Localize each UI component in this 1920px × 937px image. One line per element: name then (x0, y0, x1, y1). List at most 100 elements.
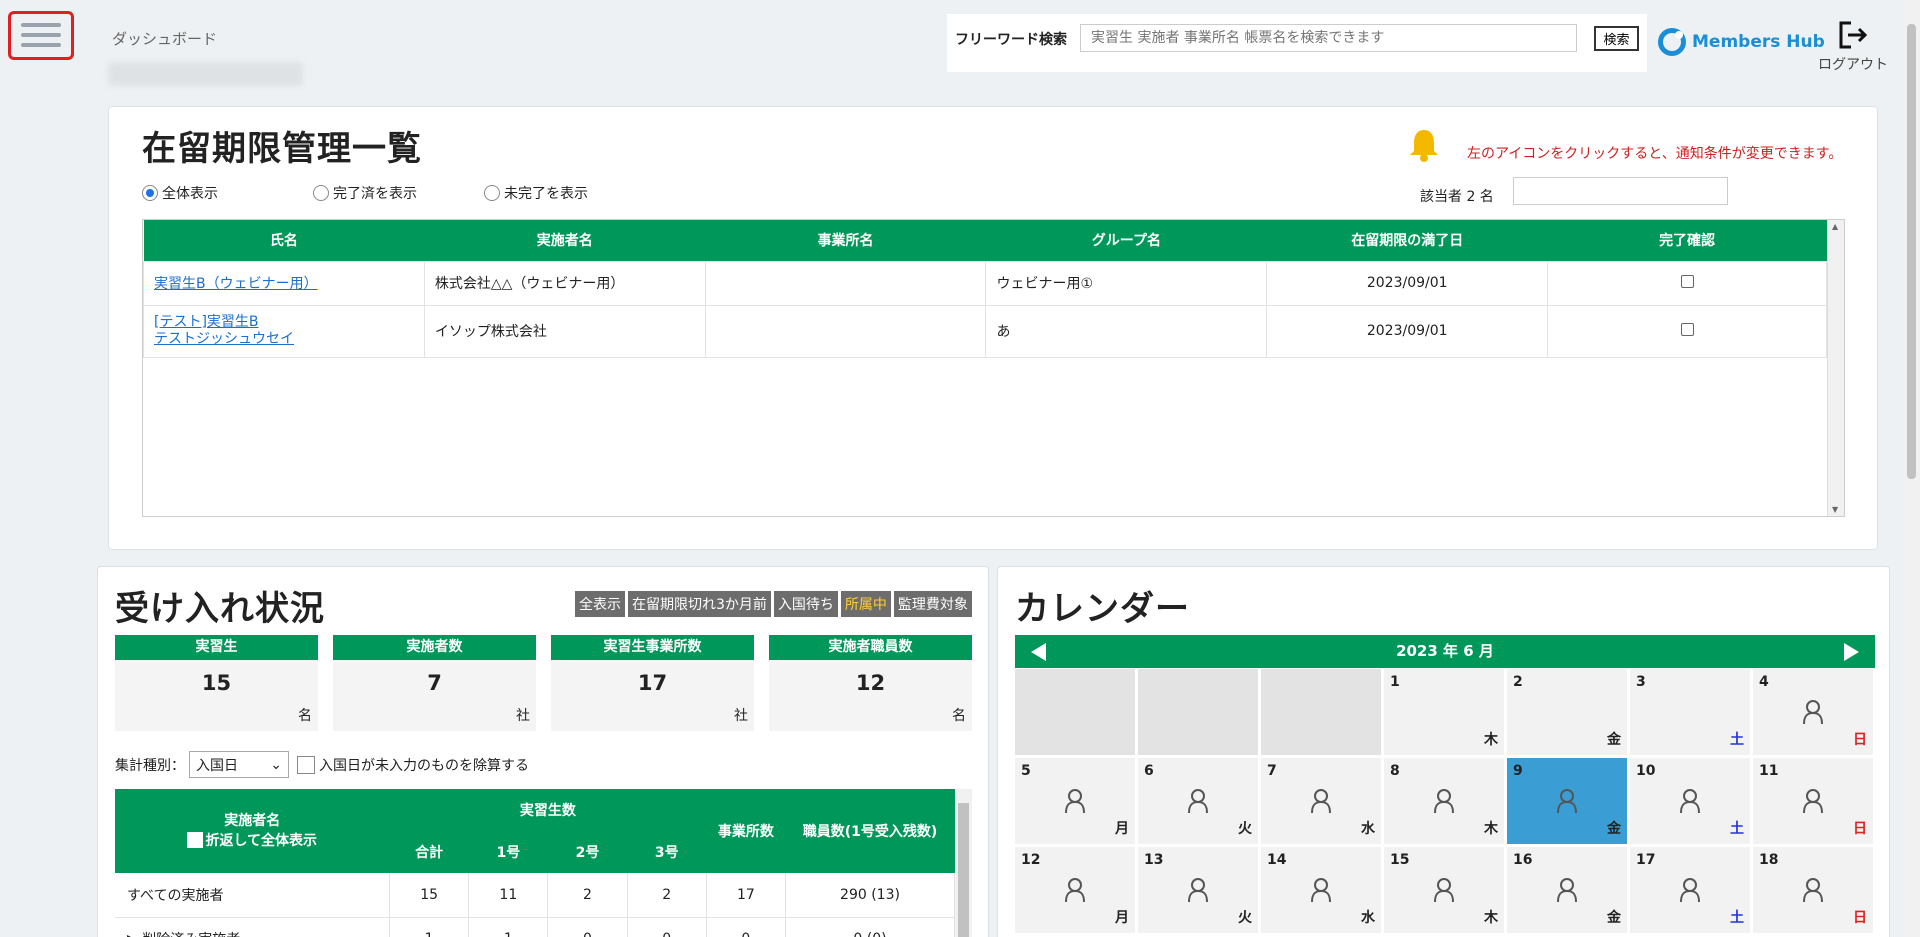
day-weekday: 火 (1238, 910, 1252, 926)
day-weekday: 木 (1484, 910, 1498, 926)
stats-row: 実習生 15 名 実施者数 7 社 実習生事業所数 17 社 実施者職員数 12… (115, 635, 972, 731)
table-scrollbar[interactable]: ▲ ▼ (1827, 220, 1844, 516)
done-checkbox[interactable] (1680, 322, 1694, 336)
trainee-link[interactable]: [テスト]実習生B (154, 314, 259, 330)
search-area: フリーワード検索 検索 (947, 14, 1647, 72)
cell-grade3: 2 (627, 873, 707, 918)
person-icon (1188, 789, 1208, 814)
radio-show-completed[interactable]: 完了済を表示 (313, 183, 484, 203)
filter-enrolled-button[interactable]: 所属中 (840, 591, 891, 617)
day-number: 4 (1759, 674, 1769, 690)
residence-title: 在留期限管理一覧 (142, 129, 422, 169)
calendar-month-header: 2023 年 6 月 (1015, 635, 1875, 668)
calendar-day-cell[interactable]: 2金 (1507, 669, 1627, 755)
stat-implementers: 実施者数 7 社 (333, 635, 536, 731)
day-number: 17 (1636, 852, 1656, 868)
cell-office (704, 260, 987, 306)
stat-value: 12 (855, 671, 886, 695)
radio-show-all[interactable]: 全体表示 (142, 183, 313, 203)
agg-label: 集計種別： (115, 757, 185, 774)
intake-filter-buttons: 全表示 在留期限切れ3か月前 入国待ち 所属中 監理費対象 (575, 591, 972, 617)
calendar-day-cell[interactable]: 4日 (1753, 669, 1873, 755)
calendar-panel: カレンダー 2023 年 6 月 1 木 2 金 3 土 4 日 5 月 6 火 7 水 8 木 9 金 10 土 11… (997, 566, 1890, 937)
search-button[interactable]: 検索 (1594, 26, 1639, 51)
intake-table: 実施者名 折返して全体表示 実習生数 事業所数 職員数(1号受入残数) 合計 1… (115, 789, 956, 937)
hamburger-menu-icon[interactable] (8, 11, 74, 60)
stat-unit: 名 (952, 708, 966, 724)
table-row[interactable]: ▶ 削除済み実施者 1 1 0 0 0 0 (0) (115, 917, 956, 937)
residence-table-wrap: 氏名 実施者名 事業所名 グループ名 在留期限の満了日 完了確認 実習生B（ウェ… (142, 219, 1845, 517)
person-icon (1311, 878, 1331, 903)
col-header-grade1: 1号 (468, 831, 548, 873)
col-header-total: 合計 (389, 831, 469, 873)
logout-button[interactable]: ログアウト (1814, 20, 1892, 74)
day-number: 12 (1021, 852, 1041, 868)
calendar-day-cell[interactable]: 15 木 (1384, 847, 1504, 933)
calendar-day-cell[interactable]: 3土 (1630, 669, 1750, 755)
day-weekday: 木 (1484, 732, 1498, 748)
agg-type-select[interactable]: 入国日 ⌄ (189, 751, 289, 778)
cell-implementer: すべての実施者 (115, 873, 391, 918)
trainee-kana-link[interactable]: テストジッシュウセイ (154, 331, 294, 347)
bell-icon[interactable] (1407, 127, 1441, 163)
page-scrollbar[interactable] (1903, 0, 1920, 937)
calendar-day-cell[interactable]: 6火 (1138, 758, 1258, 844)
day-weekday: 土 (1730, 821, 1744, 837)
calendar-day-cell[interactable]: 12 月 (1015, 847, 1135, 933)
filter-expiry-button[interactable]: 在留期限切れ3か月前 (628, 591, 771, 617)
calendar-day-cell[interactable]: 7水 (1261, 758, 1381, 844)
calendar-day-cell[interactable]: 18 日 (1753, 847, 1873, 933)
prev-month-icon[interactable] (1031, 643, 1046, 661)
day-weekday: 水 (1361, 910, 1375, 926)
cell-group: あ (985, 304, 1268, 358)
calendar-day-cell[interactable]: 5月 (1015, 758, 1135, 844)
cell-staff: 290 (13) (785, 873, 956, 918)
day-weekday: 木 (1484, 821, 1498, 837)
calendar-day-cell[interactable]: 8木 (1384, 758, 1504, 844)
next-month-icon[interactable] (1844, 643, 1859, 661)
exclude-checkbox[interactable] (297, 755, 315, 774)
calendar-day-cell[interactable]: 11 日 (1753, 758, 1873, 844)
trainee-link[interactable]: 実習生B（ウェビナー用） (154, 276, 318, 292)
radio-show-incomplete[interactable]: 未完了を表示 (484, 183, 655, 203)
col-header-grade3: 3号 (627, 831, 707, 873)
calendar-day-cell[interactable]: 9金 (1507, 758, 1627, 844)
calendar-day-cell[interactable]: 17 土 (1630, 847, 1750, 933)
scroll-down-icon: ▼ (1832, 505, 1839, 514)
logo-mark-icon (1658, 28, 1686, 56)
wrap-label: 折返して全体表示 (205, 833, 318, 849)
logout-label: ログアウト (1818, 57, 1888, 73)
cell-org: イソップ株式会社 (423, 304, 706, 358)
day-number: 6 (1144, 763, 1154, 779)
calendar-month-label: 2023 年 6 月 (1396, 642, 1494, 660)
day-number: 11 (1759, 763, 1779, 779)
col-header-office: 事業所名 (705, 220, 986, 261)
intake-table-scrollbar[interactable] (955, 789, 972, 937)
calendar-day-cell[interactable]: 1木 (1384, 669, 1504, 755)
result-count: 該当者 2 名 (1420, 189, 1494, 205)
calendar-empty-cell (1015, 669, 1135, 755)
wrap-checkbox[interactable] (187, 832, 204, 848)
stat-unit: 社 (516, 708, 530, 724)
day-number: 9 (1513, 763, 1523, 779)
calendar-day-cell[interactable]: 16 金 (1507, 847, 1627, 933)
day-weekday: 水 (1361, 821, 1375, 837)
calendar-day-cell[interactable]: 10 土 (1630, 758, 1750, 844)
calendar-day-cell[interactable]: 13 火 (1138, 847, 1258, 933)
scroll-thumb[interactable] (958, 803, 969, 937)
filter-all-button[interactable]: 全表示 (575, 591, 625, 617)
calendar-day-cell[interactable]: 14 水 (1261, 847, 1381, 933)
person-icon (1311, 789, 1331, 814)
person-icon (1803, 878, 1823, 903)
day-weekday: 日 (1853, 910, 1867, 926)
page-scroll-thumb[interactable] (1907, 24, 1916, 479)
stat-value: 7 (427, 671, 442, 695)
radio-label: 未完了を表示 (504, 186, 588, 202)
residence-filter-input[interactable] (1513, 177, 1728, 205)
done-checkbox[interactable] (1680, 274, 1694, 288)
filter-fee-button[interactable]: 監理費対象 (893, 591, 972, 617)
search-input[interactable] (1080, 24, 1577, 52)
stat-value: 15 (201, 671, 232, 695)
calendar-title: カレンダー (1015, 589, 1190, 629)
filter-waiting-button[interactable]: 入国待ち (773, 591, 838, 617)
